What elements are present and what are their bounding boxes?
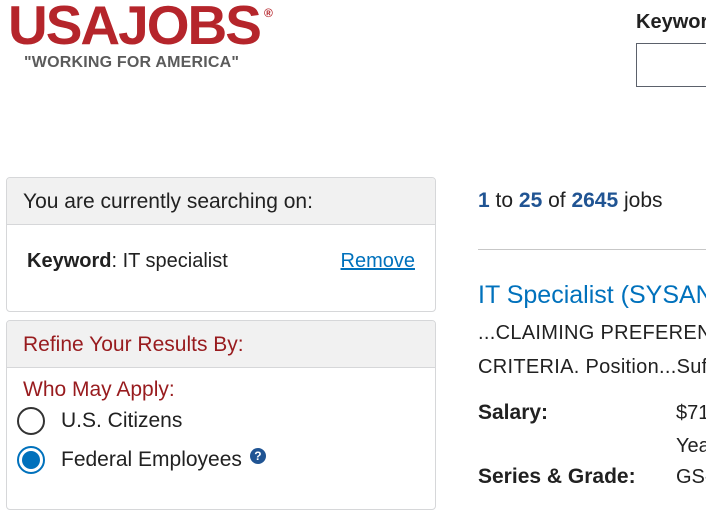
federal-employees-radio[interactable]	[17, 446, 45, 474]
question-icon[interactable]: ?	[249, 448, 266, 464]
results-of-word: of	[548, 189, 566, 212]
federal-employees-label[interactable]: Federal Employees	[61, 448, 242, 472]
who-may-apply-label: Who May Apply:	[23, 378, 175, 401]
logo-wordmark: USAJOBS	[8, 0, 262, 56]
series-grade-value: GS-	[676, 466, 706, 488]
keyword-label: Keywor	[636, 11, 706, 33]
job-title-link[interactable]: IT Specialist (SYSANA	[478, 281, 706, 310]
filter-federal-employees[interactable]: Federal Employees ?	[17, 446, 266, 474]
salary-period: Yea	[676, 435, 706, 457]
logo-tagline: "WORKING FOR AMERICA"	[24, 54, 240, 71]
results-to: 25	[518, 189, 543, 212]
salary-label: Salary:	[478, 401, 549, 424]
results-from: 1	[478, 189, 490, 212]
keyword-input[interactable]	[636, 43, 706, 87]
series-grade-label: Series & Grade:	[478, 465, 636, 488]
results-to-word: to	[495, 189, 514, 212]
current-search-panel: You are currently searching on: Keyword:…	[6, 177, 436, 312]
current-keyword-value: : IT specialist	[111, 250, 228, 272]
results-count: 1 to 25 of 2645 jobs	[478, 189, 663, 213]
job-snippet-line-1: ...CLAIMING PREFERENC	[478, 322, 706, 344]
filter-us-citizens[interactable]: U.S. Citizens	[17, 407, 182, 435]
refine-results-panel: Refine Your Results By: Who May Apply: U…	[6, 320, 436, 510]
us-citizens-label[interactable]: U.S. Citizens	[61, 409, 182, 433]
usajobs-logo[interactable]: USAJOBS ® "WORKING FOR AMERICA"	[8, 0, 278, 74]
current-search-heading: You are currently searching on:	[7, 178, 435, 225]
salary-value: $71	[676, 402, 706, 424]
refine-heading: Refine Your Results By:	[7, 321, 435, 368]
remove-keyword-link[interactable]: Remove	[341, 250, 415, 273]
results-divider	[478, 249, 706, 250]
job-snippet-line-2: CRITERIA. Position...Suff	[478, 356, 706, 378]
current-keyword: Keyword: IT specialist	[27, 250, 228, 273]
current-keyword-label: Keyword	[27, 250, 112, 272]
results-unit: jobs	[624, 189, 663, 212]
results-total: 2645	[571, 189, 619, 212]
us-citizens-radio[interactable]	[17, 407, 45, 435]
logo-registered-mark: ®	[264, 6, 273, 20]
